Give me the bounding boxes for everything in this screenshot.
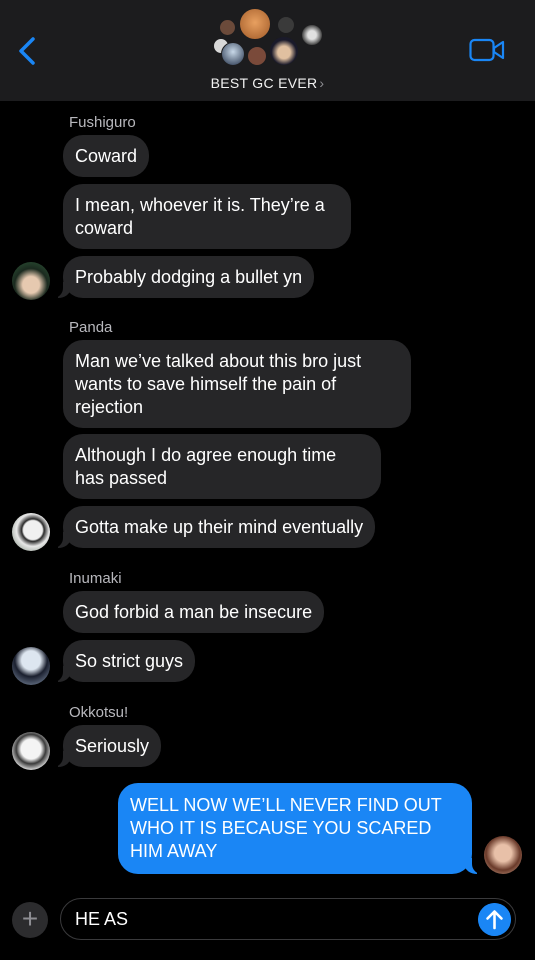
group-name: BEST GC EVER <box>210 75 318 91</box>
chevron-left-icon[interactable] <box>16 36 40 66</box>
message-text: Although I do agree enough time has pass… <box>75 445 337 488</box>
bubble-tail <box>50 751 70 767</box>
send-button[interactable] <box>478 903 511 936</box>
sender-name: Panda <box>69 319 113 336</box>
sender-name: Inumaki <box>69 570 122 587</box>
avatar[interactable] <box>12 513 50 551</box>
video-camera-icon[interactable] <box>469 38 505 62</box>
message-bubble[interactable]: God forbid a man be insecure <box>63 591 325 633</box>
group-member-avatar <box>301 24 323 46</box>
group-member-avatar <box>277 16 295 34</box>
message-text: Probably dodging a bullet yn <box>75 267 303 287</box>
avatar[interactable] <box>12 262 50 300</box>
message-bubble[interactable]: Probably dodging a bullet yn <box>50 256 315 298</box>
chevron-right-icon: › <box>319 75 325 91</box>
message-bubble[interactable]: I mean, whoever it is. They’re a coward <box>63 184 351 249</box>
message-bubble[interactable]: Although I do agree enough time has pass… <box>63 434 381 499</box>
message-text: God forbid a man be insecure <box>75 602 313 622</box>
message-text: Man we’ve talked about this bro just wan… <box>75 351 362 417</box>
group-member-avatar <box>219 19 236 36</box>
bubble-tail <box>50 282 70 298</box>
message-input[interactable]: HE AS <box>60 898 516 940</box>
message-text: I mean, whoever it is. They’re a coward <box>75 195 325 238</box>
group-member-avatar <box>269 36 299 66</box>
message-text: Coward <box>75 146 138 166</box>
message-bubble[interactable]: Seriously <box>50 725 162 767</box>
my-avatar[interactable] <box>484 836 522 874</box>
bubble-tail <box>50 666 70 682</box>
add-attachment-button[interactable]: + <box>12 902 48 938</box>
avatar[interactable] <box>12 647 50 685</box>
bubble-tail <box>50 532 70 548</box>
avatar[interactable] <box>12 732 50 770</box>
outgoing-message-bubble[interactable]: WELL NOW WE’LL NEVER FIND OUT WHO IT IS … <box>118 783 485 874</box>
message-bubble[interactable]: Man we’ve talked about this bro just wan… <box>63 340 411 428</box>
bubble-tail <box>465 858 485 874</box>
message-bubble[interactable]: So strict guys <box>50 640 196 682</box>
sender-name: Fushiguro <box>69 114 136 131</box>
sender-name: Okkotsu! <box>69 704 129 721</box>
message-text: WELL NOW WE’LL NEVER FIND OUT WHO IT IS … <box>130 795 442 861</box>
group-avatar-cluster[interactable] <box>207 8 327 72</box>
conversation-header: BEST GC EVER › <box>0 0 535 101</box>
message-text: Seriously <box>75 736 150 756</box>
message-bubble[interactable]: Coward <box>63 135 150 177</box>
plus-icon: + <box>21 903 39 934</box>
group-member-avatar <box>247 46 267 66</box>
message-text: Gotta make up their mind eventually <box>75 517 364 537</box>
message-text: So strict guys <box>75 651 184 671</box>
message-input-value: HE AS <box>75 909 129 929</box>
group-member-avatar <box>221 42 245 66</box>
group-member-avatar <box>239 8 271 40</box>
message-bubble[interactable]: Gotta make up their mind eventually <box>50 506 376 548</box>
group-name-button[interactable]: BEST GC EVER › <box>0 75 535 91</box>
